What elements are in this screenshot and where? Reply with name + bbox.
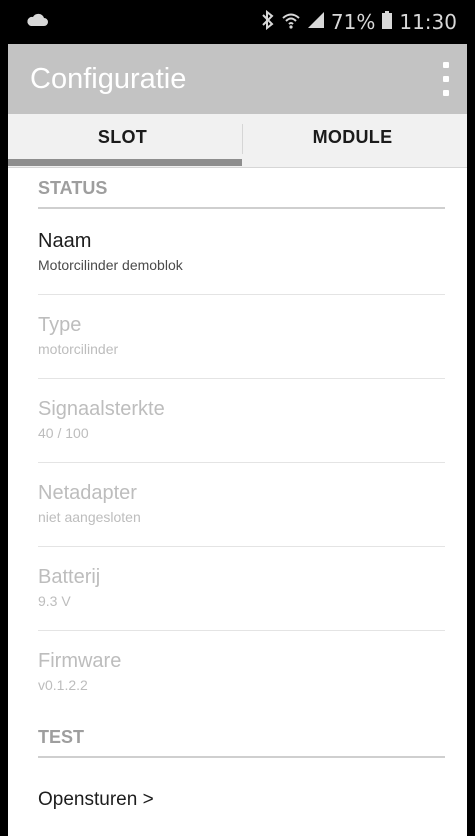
wifi-icon (281, 10, 301, 35)
battery-icon (381, 10, 393, 35)
app-title: Configuratie (30, 63, 187, 95)
status-section-header: STATUS (38, 171, 445, 209)
screen-border-right (467, 0, 475, 836)
tab-module[interactable]: MODULE (238, 114, 467, 167)
item-title: Type (38, 314, 82, 336)
item-value: motorcilinder (38, 341, 119, 357)
item-value: 40 / 100 (38, 425, 89, 441)
cloud-icon (26, 12, 48, 31)
divider (38, 630, 445, 631)
open-lock-button[interactable]: Opensturen > (38, 789, 154, 811)
item-value: 9.3 V (38, 593, 71, 609)
list-item-signaalsterkte: Signaalsterkte 40 / 100 (38, 397, 445, 442)
list-item-batterij: Batterij 9.3 V (38, 565, 445, 610)
test-section-header: TEST (38, 720, 445, 758)
battery-percent: 71% (330, 10, 376, 34)
status-icons: 71% 11:30 (261, 0, 457, 44)
signal-icon (307, 10, 325, 34)
item-title: Naam (38, 230, 92, 252)
item-value: v0.1.2.2 (38, 677, 88, 693)
status-section-label: STATUS (38, 178, 108, 198)
item-title: Batterij (38, 566, 101, 588)
divider (38, 378, 445, 379)
item-title: Firmware (38, 650, 122, 672)
item-title: Signaalsterkte (38, 398, 165, 420)
bluetooth-icon (261, 9, 275, 35)
item-value: Motorcilinder demoblok (38, 257, 183, 273)
divider (38, 462, 445, 463)
status-time: 11:30 (399, 10, 457, 34)
item-value: niet aangesloten (38, 509, 141, 525)
screen-border-left (0, 0, 8, 836)
selected-tab-indicator (8, 159, 242, 166)
test-section-label: TEST (38, 727, 85, 747)
list-item-type: Type motorcilinder (38, 313, 445, 358)
divider (38, 546, 445, 547)
app-bar: Configuratie (8, 44, 467, 114)
list-item-naam[interactable]: Naam Motorcilinder demoblok (38, 229, 445, 274)
app-screen: 71% 11:30 Configuratie SLOT MODULE STATU… (8, 0, 467, 836)
overflow-menu-icon[interactable] (439, 62, 453, 96)
divider (38, 294, 445, 295)
status-bar: 71% 11:30 (8, 0, 467, 44)
list-item-firmware: Firmware v0.1.2.2 (38, 649, 445, 694)
list-item-netadapter: Netadapter niet aangesloten (38, 481, 445, 526)
item-title: Netadapter (38, 482, 137, 504)
